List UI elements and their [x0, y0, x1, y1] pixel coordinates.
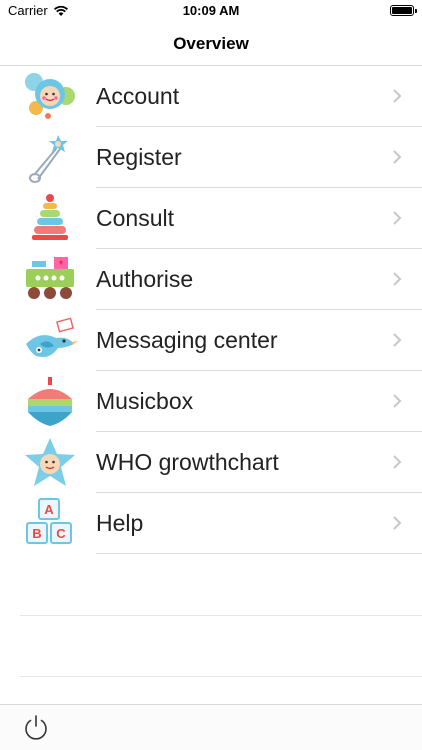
- menu-item-register[interactable]: Register: [0, 127, 422, 188]
- menu-item-label: Musicbox: [96, 388, 194, 414]
- chevron-right-icon: [393, 89, 402, 103]
- chevron-right-icon: [393, 516, 402, 530]
- navigation-bar: Overview: [0, 22, 422, 66]
- menu-item-authorise[interactable]: Authorise: [0, 249, 422, 310]
- menu-item-label: Consult: [96, 205, 174, 231]
- chevron-right-icon: [393, 150, 402, 164]
- star-face-icon: [25, 438, 75, 486]
- menu-item-account[interactable]: Account: [0, 66, 422, 127]
- stacking-rings-icon: [32, 194, 68, 240]
- bottom-toolbar: [0, 704, 422, 750]
- overview-menu: Account Register Consult Authorise Messa…: [0, 66, 422, 554]
- chevron-right-icon: [393, 333, 402, 347]
- menu-item-musicbox[interactable]: Musicbox: [0, 371, 422, 432]
- menu-item-help[interactable]: A B C Help: [0, 493, 422, 554]
- svg-text:B: B: [32, 526, 41, 541]
- svg-text:C: C: [56, 526, 66, 541]
- menu-item-label: Register: [96, 144, 182, 170]
- chevron-right-icon: [393, 272, 402, 286]
- status-time: 10:09 AM: [182, 3, 240, 18]
- menu-item-consult[interactable]: Consult: [0, 188, 422, 249]
- bird-letter-icon: [26, 317, 78, 357]
- spinning-top-icon: [28, 377, 72, 426]
- menu-item-label: Account: [96, 83, 180, 109]
- chevron-right-icon: [393, 394, 402, 408]
- chevron-right-icon: [393, 455, 402, 469]
- battery-icon: [390, 5, 417, 16]
- power-icon[interactable]: [22, 713, 50, 741]
- toy-train-icon: [26, 257, 74, 299]
- menu-item-label: Help: [96, 510, 144, 536]
- chevron-right-icon: [393, 211, 402, 225]
- empty-row-separator: [20, 615, 422, 616]
- menu-item-label: WHO growthchart: [96, 449, 279, 475]
- menu-item-messaging-center[interactable]: Messaging center: [0, 310, 422, 371]
- status-bar: Carrier 10:09 AM: [0, 0, 422, 22]
- svg-text:A: A: [44, 502, 54, 517]
- menu-item-who-growthchart[interactable]: WHO growthchart: [0, 432, 422, 493]
- menu-item-label: Authorise: [96, 266, 194, 292]
- menu-item-label: Messaging center: [96, 327, 278, 353]
- safety-pin-icon: [29, 135, 68, 183]
- empty-row-separator: [20, 676, 422, 677]
- baby-face-icon: [25, 73, 75, 119]
- row-separator: [96, 553, 422, 554]
- page-title: Overview: [173, 34, 249, 53]
- abc-blocks-icon: A B C: [26, 498, 72, 544]
